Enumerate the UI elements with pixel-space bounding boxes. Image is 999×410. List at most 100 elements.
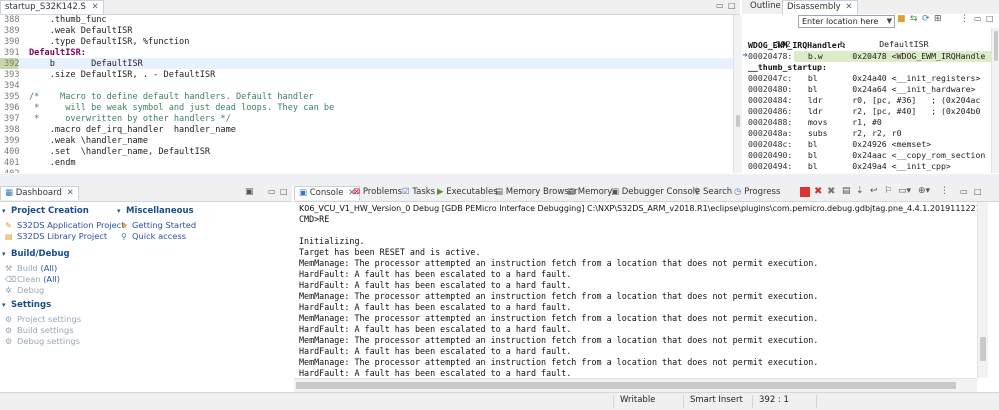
disassembly-line: 00020480: bl 0x24a64 <__init_hardware>	[748, 84, 975, 95]
maximize-icon[interactable]: □	[974, 187, 982, 196]
instruction-text: bl 0x24a40 <__init_registers>	[798, 73, 981, 83]
link-quick-access[interactable]: Quick access	[132, 231, 186, 241]
terminate-icon[interactable]	[800, 187, 810, 197]
tab-dashboard[interactable]: ▦ Dashboard ✕	[0, 186, 79, 200]
editor-tab-label: startup_S32K142.S	[5, 2, 86, 12]
link-s32ds-library-project[interactable]: S32DS Library Project	[17, 231, 107, 241]
link-build-settings[interactable]: Build settings	[17, 325, 74, 335]
scroll-lock-icon[interactable]: ⇣	[856, 186, 864, 196]
line-number: 395	[4, 92, 20, 102]
code-editor[interactable]: 388 .thumb_func 389 .weak DefaultISR 390 .…	[0, 15, 733, 173]
collapse-icon[interactable]: ▾	[2, 207, 6, 215]
console-scrollbar[interactable]	[977, 202, 988, 378]
line-number: 400	[4, 147, 20, 157]
instruction-address: 00020494:	[748, 161, 793, 171]
line-number: 398	[4, 125, 20, 135]
remove-launch-icon[interactable]: ✖	[814, 186, 822, 197]
console-tabbar: ▣ Console ✕ ⊠ Problems ☑ Tasks ▶ Executa…	[294, 185, 999, 202]
minimize-icon[interactable]: ▭	[268, 187, 276, 196]
link-s32ds-application-project[interactable]: S32DS Application Project	[17, 220, 125, 230]
minimize-icon[interactable]: ▭	[960, 187, 968, 196]
code-text: .type DefaultISR, %function	[29, 37, 190, 47]
console-scroll-thumb[interactable]	[980, 337, 986, 361]
pin-icon[interactable]: ⚐	[884, 186, 892, 196]
gear-icon: ⚙	[5, 315, 13, 324]
line-number: 402	[4, 169, 28, 173]
disassembly-scrollbar[interactable]	[991, 28, 999, 173]
view-menu-icon[interactable]: ▣	[245, 187, 254, 197]
remove-all-icon[interactable]: ✖	[827, 186, 835, 197]
link-project-settings[interactable]: Project settings	[17, 314, 81, 324]
miscellaneous-heading: Miscellaneous	[126, 206, 194, 216]
location-input[interactable]: Enter location here ▼	[798, 15, 895, 28]
chevron-down-icon[interactable]: ▼	[887, 16, 892, 27]
collapse-icon[interactable]: ▾	[2, 250, 6, 258]
menu-icon[interactable]: ⋮	[960, 14, 969, 24]
instruction-text: subs r2, r2, r0	[798, 128, 902, 138]
tab-progress[interactable]: ◷ Progress	[730, 186, 784, 199]
display-console-icon[interactable]: ▭▾	[898, 186, 911, 196]
instruction-text: bl 0x24a60 <__init_user>	[798, 172, 956, 173]
disassembly-view[interactable]: 392 b DefaultISR ➜ WDOG_EWM_IRQHandler: 0…	[742, 28, 991, 173]
editor-tabbar: startup_S32K142.S ✕ ▭ □	[0, 0, 740, 15]
disassembly-tab-label: Disassembly	[787, 2, 841, 12]
collapse-icon[interactable]: ▾	[117, 207, 121, 215]
console-hscroll-thumb[interactable]	[296, 382, 956, 389]
editor-scrollbar[interactable]	[733, 15, 742, 173]
disassembly-line: 00020488: movs r1, #0	[748, 117, 882, 128]
disassembly-line: 00020494: bl 0x249a4 <__init_cpp>	[748, 161, 951, 172]
sync-icon[interactable]: ⟳	[922, 14, 930, 24]
status-insert-mode: Smart Insert	[690, 395, 743, 405]
instruction-text: bl 0x24aac <__copy_rom_section	[798, 150, 986, 160]
minimize-icon[interactable]: ▭	[716, 1, 724, 10]
line-number: 394	[4, 81, 20, 91]
disassembly-line: 0002048c: bl 0x24926 <memset>	[748, 139, 931, 150]
disassembly-line: 00020486: ldr r2, [pc, #40] ; (0x204b0	[748, 106, 980, 117]
console-output[interactable]: K06_VCU_V1_HW_Version_0 Debug [GDB PEMic…	[294, 202, 977, 391]
tab-startup-file[interactable]: startup_S32K142.S ✕	[0, 0, 104, 14]
line-number: 397	[4, 114, 20, 124]
build-debug-heading: Build/Debug	[11, 249, 70, 259]
folder-icon[interactable]: ■	[897, 14, 906, 24]
instruction-address: 00020486:	[748, 106, 793, 116]
tab-outline[interactable]: Outline	[746, 0, 785, 13]
pane-separator[interactable]	[0, 174, 999, 185]
close-icon[interactable]: ✕	[845, 2, 852, 12]
line-number: 396	[4, 103, 20, 113]
disassembly-line: __thumb_startup:	[748, 62, 827, 73]
console-horizontal-scrollbar[interactable]	[294, 378, 977, 392]
filter-icon[interactable]: ⊞	[934, 14, 942, 24]
code-text: /* Macro to define default handlers. Def…	[29, 92, 314, 102]
instruction-address: 00020498:	[748, 172, 798, 173]
instruction-pointer-icon: ➜	[742, 51, 748, 59]
close-icon[interactable]: ✕	[67, 188, 74, 198]
dashboard-panel: ▾ Project Creation ✎ S32DS Application P…	[0, 202, 292, 391]
project-creation-heading: Project Creation	[11, 206, 89, 216]
link-debug[interactable]: Debug	[17, 285, 44, 295]
getting-started-icon: ★	[121, 221, 129, 230]
view-menu-icon[interactable]: ⋮	[940, 186, 949, 196]
open-console-icon[interactable]: ⊕▾	[918, 186, 930, 196]
close-icon[interactable]: ✕	[92, 2, 99, 12]
instruction-text: bl 0x24926 <memset>	[798, 139, 932, 149]
code-text: .weak \handler_name	[29, 136, 148, 146]
link-debug-settings[interactable]: Debug settings	[17, 336, 80, 346]
console-line: Target has been RESET and is active.	[299, 247, 481, 257]
minimize-icon[interactable]: ▭	[974, 14, 982, 23]
maximize-icon[interactable]: □	[280, 187, 288, 196]
word-wrap-icon[interactable]: ↩	[870, 186, 878, 196]
code-text: .size DefaultISR, . - DefaultISR	[29, 70, 216, 80]
link-clean-all[interactable]: Clean (All)	[17, 274, 60, 284]
maximize-icon[interactable]: □	[728, 1, 736, 10]
tab-disassembly[interactable]: Disassembly ✕	[782, 0, 858, 14]
editor-scroll-thumb[interactable]	[736, 115, 740, 127]
disassembly-scroll-thumb[interactable]	[994, 31, 998, 61]
link-getting-started[interactable]: Getting Started	[132, 220, 196, 230]
clear-console-icon[interactable]: ▤	[842, 186, 851, 196]
collapse-icon[interactable]: ▾	[2, 301, 6, 309]
link-icon[interactable]: ⇆	[910, 14, 918, 24]
maximize-icon[interactable]: □	[986, 14, 994, 23]
console-line: MemManage: The processor attempted an in…	[299, 335, 819, 345]
link-build-all[interactable]: Build (All)	[17, 263, 57, 273]
instruction-address: 00020480:	[748, 84, 793, 94]
